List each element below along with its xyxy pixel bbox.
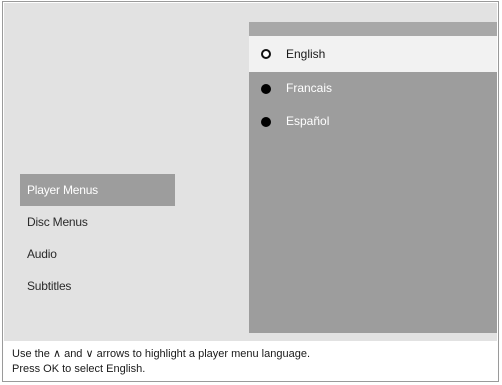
- help-line-1: Use the ∧ and ∨ arrows to highlight a pl…: [12, 348, 310, 360]
- help-line-2: Press OK to select English.: [12, 363, 146, 375]
- menu-item-disc-menus[interactable]: Disc Menus: [20, 206, 180, 238]
- language-panel: English Francais Español: [249, 22, 497, 333]
- radio-filled-icon: [261, 83, 271, 94]
- radio-open-icon: [261, 49, 271, 59]
- language-option-label: Español: [286, 114, 330, 128]
- language-option-francais[interactable]: Francais: [249, 72, 497, 105]
- language-option-english[interactable]: English: [249, 36, 497, 72]
- menu-item-player-menus[interactable]: Player Menus: [20, 174, 175, 206]
- menu-item-audio[interactable]: Audio: [20, 238, 180, 270]
- help-text: Use the ∧ and ∨ arrows to highlight a pl…: [12, 347, 492, 377]
- setup-screen: Player Menus Disc Menus Audio Subtitles …: [4, 3, 497, 341]
- language-option-espanol[interactable]: Español: [249, 105, 497, 138]
- panel-header: [249, 22, 497, 36]
- setup-window: Player Menus Disc Menus Audio Subtitles …: [2, 1, 499, 382]
- radio-filled-icon: [261, 116, 271, 127]
- language-option-label: Francais: [286, 81, 333, 95]
- left-menu: Player Menus Disc Menus Audio Subtitles: [20, 174, 180, 302]
- menu-item-subtitles[interactable]: Subtitles: [20, 270, 180, 302]
- language-option-label: English: [286, 47, 326, 61]
